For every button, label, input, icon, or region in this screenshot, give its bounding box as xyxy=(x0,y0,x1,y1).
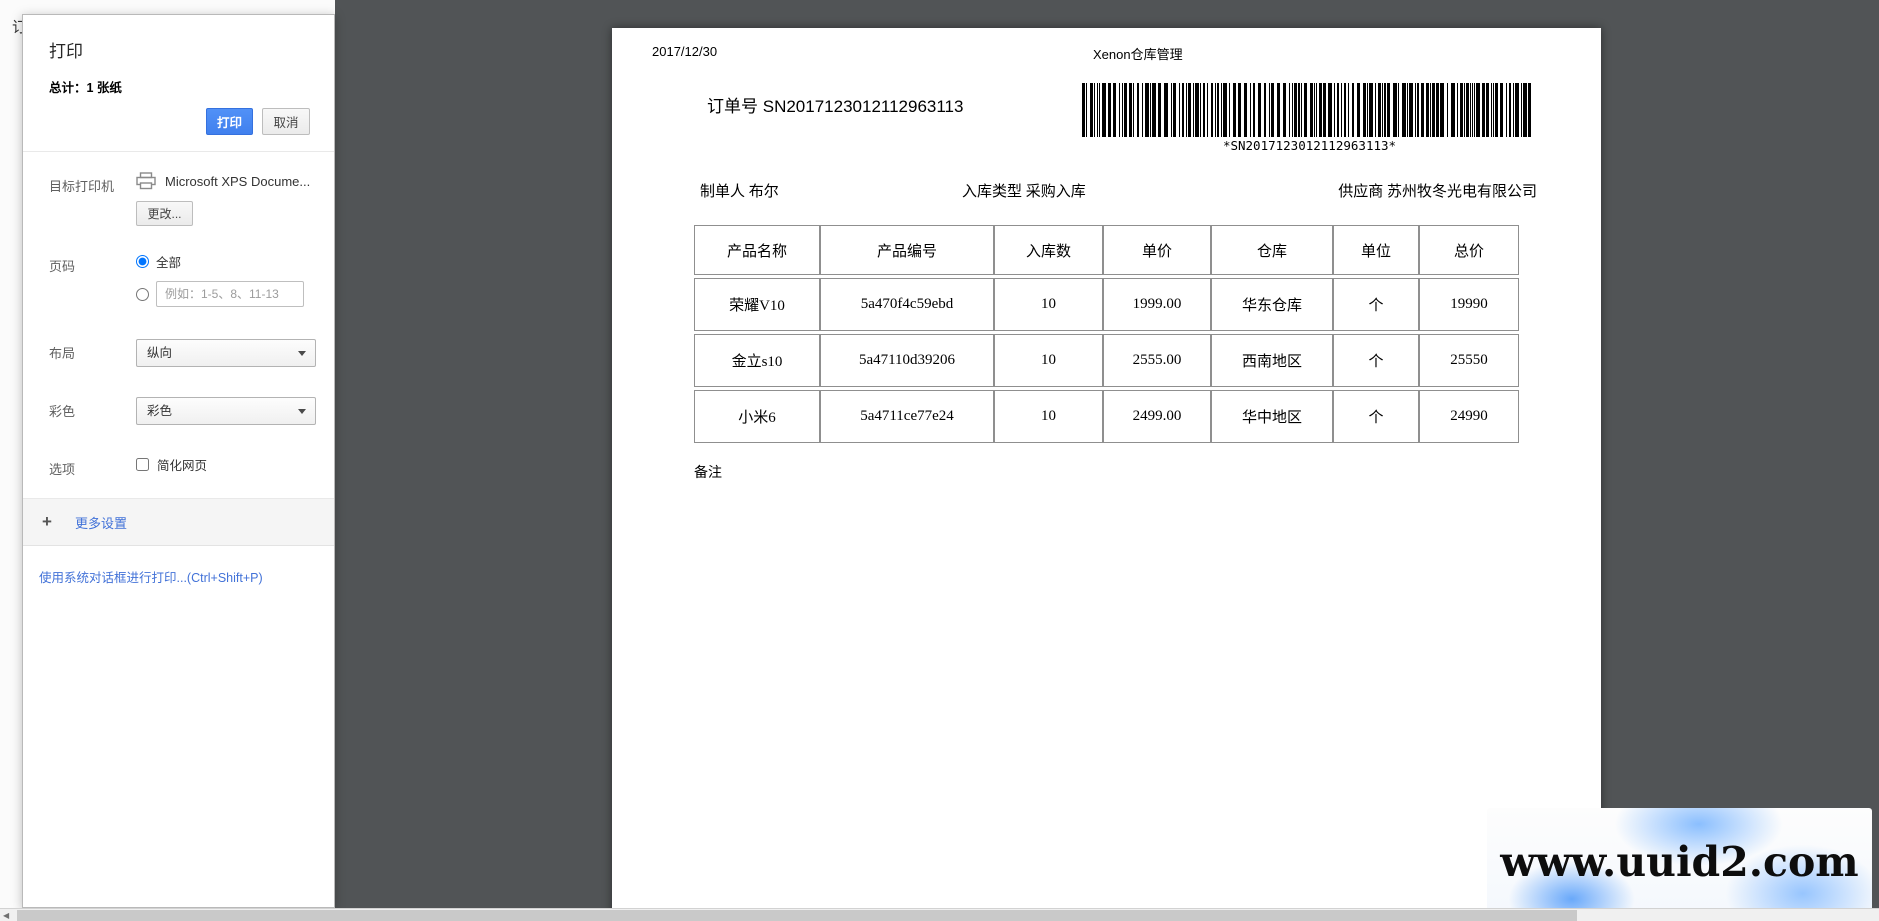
printer-icon xyxy=(136,172,156,190)
more-settings-link[interactable]: 更多设置 xyxy=(75,513,127,532)
chevron-down-icon xyxy=(298,409,306,414)
horizontal-scrollbar[interactable]: ◀ xyxy=(0,908,1879,921)
document-app-title: Xenon仓库管理 xyxy=(1093,44,1183,63)
layout-select-value: 纵向 xyxy=(147,346,172,360)
sheet-count-label: 总计：1 张纸 xyxy=(49,77,310,96)
table-header-cell: 总价 xyxy=(1419,225,1519,275)
table-cell: 24990 xyxy=(1419,390,1519,443)
plus-icon: + xyxy=(42,512,75,532)
table-header-cell: 入库数 xyxy=(994,225,1103,275)
document-date: 2017/12/30 xyxy=(652,44,717,59)
table-cell: 10 xyxy=(994,390,1103,443)
table-header-cell: 单价 xyxy=(1103,225,1211,275)
pages-range-radio[interactable] xyxy=(136,288,149,301)
table-row: 荣耀V105a470f4c59ebd101999.00华东仓库个19990 xyxy=(694,278,1519,331)
inbound-type-field: 入库类型 采购入库 xyxy=(962,180,1086,201)
remarks-label: 备注 xyxy=(694,462,722,482)
table-cell: 荣耀V10 xyxy=(694,278,820,331)
table-cell: 个 xyxy=(1333,278,1419,331)
scrollbar-left-arrow-icon[interactable]: ◀ xyxy=(3,911,9,920)
print-dialog: 打印 总计：1 张纸 打印 取消 目标打印机 Microsoft XP xyxy=(22,14,335,908)
pages-all-label: 全部 xyxy=(156,252,181,271)
table-cell: 5a4711ce77e24 xyxy=(820,390,994,443)
print-button[interactable]: 打印 xyxy=(206,108,253,135)
table-header-cell: 单位 xyxy=(1333,225,1419,275)
dialog-title: 打印 xyxy=(49,37,310,62)
table-cell: 个 xyxy=(1333,390,1419,443)
barcode-caption: *SN2017123012112963113* xyxy=(1082,138,1537,153)
table-cell: 华东仓库 xyxy=(1211,278,1333,331)
table-cell: 小米6 xyxy=(694,390,820,443)
table-cell: 2555.00 xyxy=(1103,334,1211,387)
table-cell: 10 xyxy=(994,278,1103,331)
table-header-cell: 仓库 xyxy=(1211,225,1333,275)
print-preview-screen: 订 打印 总计：1 张纸 打印 取消 目标打印机 xyxy=(0,0,1879,921)
maker-field: 制单人 布尔 xyxy=(700,180,779,201)
layout-select[interactable]: 纵向 xyxy=(136,339,316,367)
more-settings-row[interactable]: + 更多设置 xyxy=(23,499,334,546)
table-row: 金立s105a47110d39206102555.00西南地区个25550 xyxy=(694,334,1519,387)
order-number-label: 订单号 xyxy=(707,97,758,116)
table-header-cell: 产品名称 xyxy=(694,225,820,275)
print-dialog-header: 打印 总计：1 张纸 打印 取消 xyxy=(23,15,334,152)
table-cell: 10 xyxy=(994,334,1103,387)
pages-label: 页码 xyxy=(49,252,136,275)
table-cell: 1999.00 xyxy=(1103,278,1211,331)
cancel-button[interactable]: 取消 xyxy=(262,108,310,135)
table-cell: 5a47110d39206 xyxy=(820,334,994,387)
color-select[interactable]: 彩色 xyxy=(136,397,316,425)
table-cell: 华中地区 xyxy=(1211,390,1333,443)
table-row: 小米65a4711ce77e24102499.00华中地区个24990 xyxy=(694,390,1519,443)
table-cell: 5a470f4c59ebd xyxy=(820,278,994,331)
order-number-line: 订单号 SN2017123012112963113 xyxy=(707,92,963,117)
watermark: www.uuid2.com xyxy=(1487,808,1872,915)
table-cell: 19990 xyxy=(1419,278,1519,331)
layout-label: 布局 xyxy=(49,339,136,362)
print-preview-page: 2017/12/30 Xenon仓库管理 订单号 SN2017123012112… xyxy=(612,28,1601,918)
scrollbar-thumb[interactable] xyxy=(17,910,1577,921)
system-dialog-link[interactable]: 使用系统对话框进行打印...(Ctrl+Shift+P) xyxy=(39,571,263,585)
change-printer-button[interactable]: 更改... xyxy=(136,201,193,226)
table-cell: 2499.00 xyxy=(1103,390,1211,443)
supplier-field: 供应商 苏州牧冬光电有限公司 xyxy=(1338,180,1537,201)
table-cell: 金立s10 xyxy=(694,334,820,387)
barcode xyxy=(1082,83,1537,137)
pages-range-input[interactable] xyxy=(156,281,304,307)
color-label: 彩色 xyxy=(49,397,136,420)
table-cell: 个 xyxy=(1333,334,1419,387)
products-table: 产品名称产品编号入库数单价仓库单位总价荣耀V105a470f4c59ebd101… xyxy=(694,222,1519,446)
simplify-page-label: 简化网页 xyxy=(157,455,207,474)
order-number-value: SN2017123012112963113 xyxy=(763,97,964,116)
table-header-cell: 产品编号 xyxy=(820,225,994,275)
table-header-row: 产品名称产品编号入库数单价仓库单位总价 xyxy=(694,225,1519,275)
pages-all-radio[interactable] xyxy=(136,255,149,268)
watermark-text: www.uuid2.com xyxy=(1500,838,1858,886)
options-label: 选项 xyxy=(49,455,136,478)
selected-printer-name: Microsoft XPS Docume... xyxy=(165,174,310,189)
table-cell: 西南地区 xyxy=(1211,334,1333,387)
color-select-value: 彩色 xyxy=(147,404,172,418)
chevron-down-icon xyxy=(298,351,306,356)
simplify-page-checkbox[interactable] xyxy=(136,458,149,471)
destination-label: 目标打印机 xyxy=(49,172,136,195)
table-cell: 25550 xyxy=(1419,334,1519,387)
